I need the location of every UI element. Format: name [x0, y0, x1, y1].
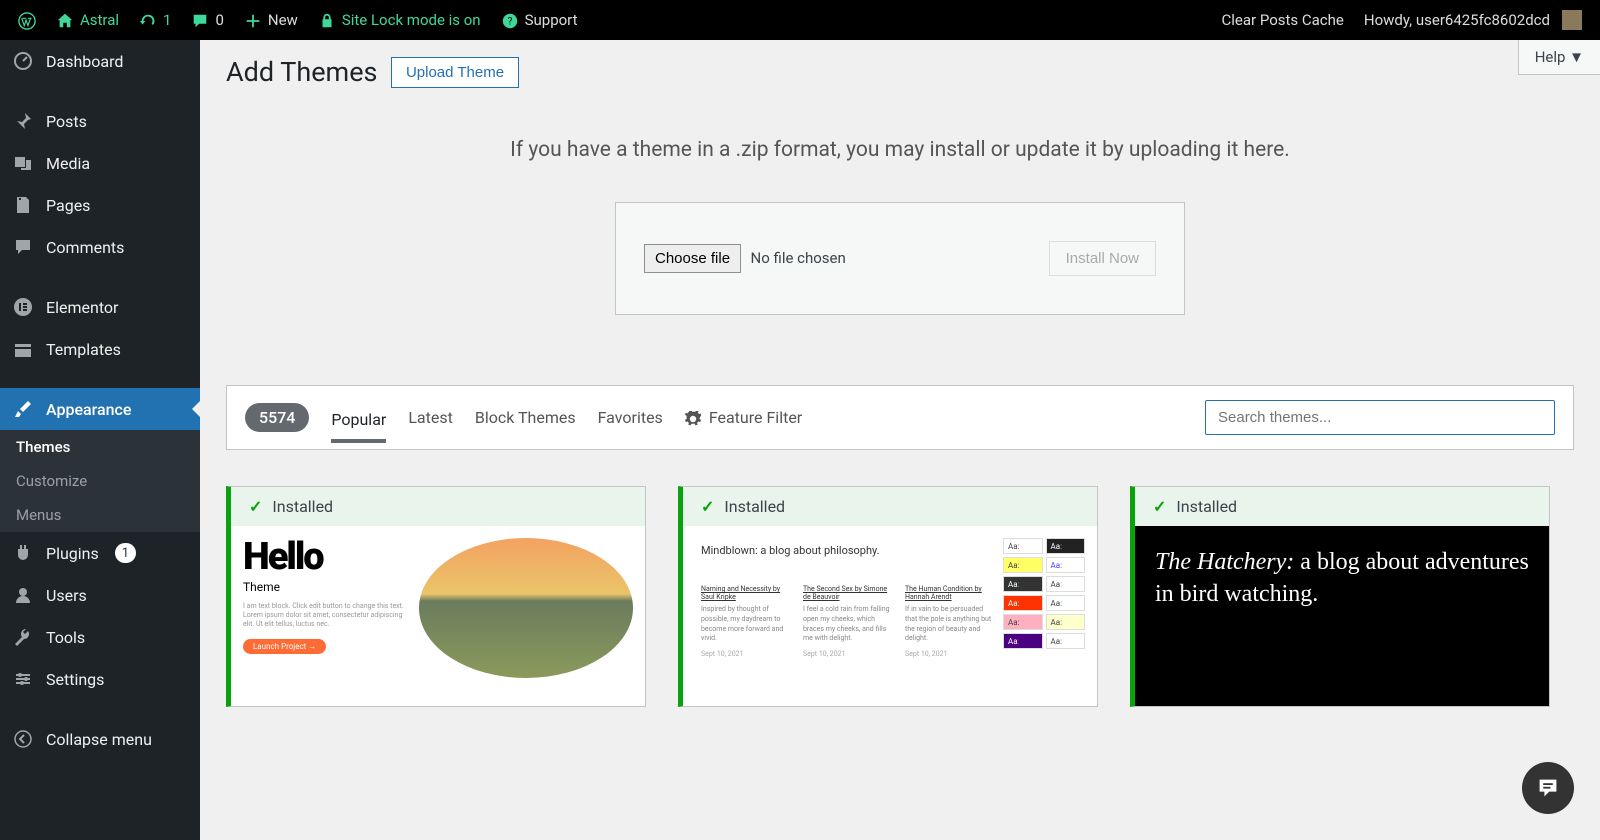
sidebar-item-dashboard[interactable]: Dashboard — [0, 40, 200, 82]
choose-file-button[interactable]: Choose file — [644, 244, 741, 273]
sidebar-item-tools[interactable]: Tools — [0, 616, 200, 658]
site-name: Astral — [80, 11, 119, 29]
theme-card[interactable]: ✓Installed The Hatchery: a blog about ad… — [1130, 486, 1550, 707]
svg-text:?: ? — [507, 16, 512, 27]
templates-icon — [12, 338, 34, 360]
sidebar-item-comments[interactable]: Comments — [0, 226, 200, 268]
plugin-icon — [12, 542, 34, 564]
collapse-icon — [12, 728, 34, 750]
filter-bar: 5574 Popular Latest Block Themes Favorit… — [226, 385, 1574, 450]
tools-icon — [12, 626, 34, 648]
clear-cache-link[interactable]: Clear Posts Cache — [1212, 0, 1354, 40]
users-icon — [12, 584, 34, 606]
installed-banner: ✓Installed — [231, 487, 645, 526]
sidebar-item-settings[interactable]: Settings — [0, 658, 200, 700]
feature-filter[interactable]: Feature Filter — [685, 408, 802, 427]
dashboard-icon — [12, 50, 34, 72]
tab-latest[interactable]: Latest — [408, 404, 453, 431]
comments-count: 0 — [215, 11, 223, 29]
comments-icon — [12, 236, 34, 258]
theme-grid: ✓Installed Hello Theme I am text block. … — [226, 486, 1574, 707]
help-tab[interactable]: Help ▼ — [1518, 40, 1600, 75]
avatar — [1562, 10, 1582, 30]
check-icon: ✓ — [701, 497, 714, 516]
elementor-icon — [12, 296, 34, 318]
submenu-customize[interactable]: Customize — [0, 464, 200, 498]
upload-theme-button[interactable]: Upload Theme — [391, 57, 519, 88]
sidebar-item-media[interactable]: Media — [0, 142, 200, 184]
sidebar-item-pages[interactable]: Pages — [0, 184, 200, 226]
site-lock-link[interactable]: Site Lock mode is on — [308, 0, 491, 40]
gear-icon — [685, 408, 701, 427]
updates-count: 1 — [163, 11, 171, 29]
updates-link[interactable]: 1 — [129, 0, 181, 40]
upload-help-text: If you have a theme in a .zip format, yo… — [226, 138, 1574, 162]
tab-block-themes[interactable]: Block Themes — [475, 404, 576, 431]
sidebar-collapse[interactable]: Collapse menu — [0, 718, 200, 760]
comments-link[interactable]: 0 — [181, 0, 233, 40]
site-lock-label: Site Lock mode is on — [342, 11, 481, 29]
sidebar-item-users[interactable]: Users — [0, 574, 200, 616]
howdy-text: Howdy, user6425fc8602dcd — [1364, 11, 1550, 29]
admin-toolbar: Astral 1 0 New Site Lock mode is on ? Sup… — [0, 0, 1600, 40]
upload-box: Choose file No file chosen Install Now — [615, 202, 1185, 315]
media-icon — [12, 152, 34, 174]
plugins-badge: 1 — [115, 543, 136, 563]
support-link[interactable]: ? Support — [491, 0, 588, 40]
theme-count: 5574 — [245, 403, 309, 432]
file-status: No file chosen — [751, 249, 846, 267]
tab-favorites[interactable]: Favorites — [598, 404, 663, 431]
tab-popular[interactable]: Popular — [331, 406, 386, 443]
admin-sidebar: Dashboard Posts Media Pages Comments Ele… — [0, 40, 200, 840]
sidebar-item-plugins[interactable]: Plugins1 — [0, 532, 200, 574]
settings-icon — [12, 668, 34, 690]
sidebar-item-elementor[interactable]: Elementor — [0, 286, 200, 328]
sidebar-item-appearance[interactable]: Appearance — [0, 388, 200, 430]
installed-banner: ✓Installed — [683, 487, 1097, 526]
site-home-link[interactable]: Astral — [46, 0, 129, 40]
installed-banner: ✓Installed — [1135, 487, 1549, 526]
pin-icon — [12, 110, 34, 132]
brush-icon — [12, 398, 34, 420]
account-link[interactable]: Howdy, user6425fc8602dcd — [1354, 0, 1592, 40]
chat-bubble[interactable] — [1522, 762, 1574, 814]
check-icon: ✓ — [249, 497, 262, 516]
upload-form: If you have a theme in a .zip format, yo… — [226, 138, 1574, 315]
theme-preview: Hello Theme I am text block. Click edit … — [231, 526, 645, 706]
search-input[interactable] — [1205, 400, 1555, 435]
theme-preview: The Hatchery: a blog about adventures in… — [1135, 526, 1549, 706]
page-title: Add Themes — [226, 56, 377, 88]
wordpress-logo[interactable] — [8, 0, 46, 40]
support-label: Support — [525, 11, 578, 29]
theme-card[interactable]: ✓Installed Hello Theme I am text block. … — [226, 486, 646, 707]
sidebar-item-posts[interactable]: Posts — [0, 100, 200, 142]
new-label: New — [268, 11, 298, 29]
check-icon: ✓ — [1153, 497, 1166, 516]
theme-card[interactable]: ✓Installed Mindblown: a blog about philo… — [678, 486, 1098, 707]
theme-preview: Mindblown: a blog about philosophy. Nami… — [683, 526, 1097, 706]
submenu-menus[interactable]: Menus — [0, 498, 200, 532]
sidebar-item-templates[interactable]: Templates — [0, 328, 200, 370]
install-now-button[interactable]: Install Now — [1049, 241, 1156, 276]
pages-icon — [12, 194, 34, 216]
new-content-link[interactable]: New — [234, 0, 308, 40]
main-content: Help ▼ Add Themes Upload Theme If you ha… — [200, 40, 1600, 840]
submenu-themes[interactable]: Themes — [0, 430, 200, 464]
